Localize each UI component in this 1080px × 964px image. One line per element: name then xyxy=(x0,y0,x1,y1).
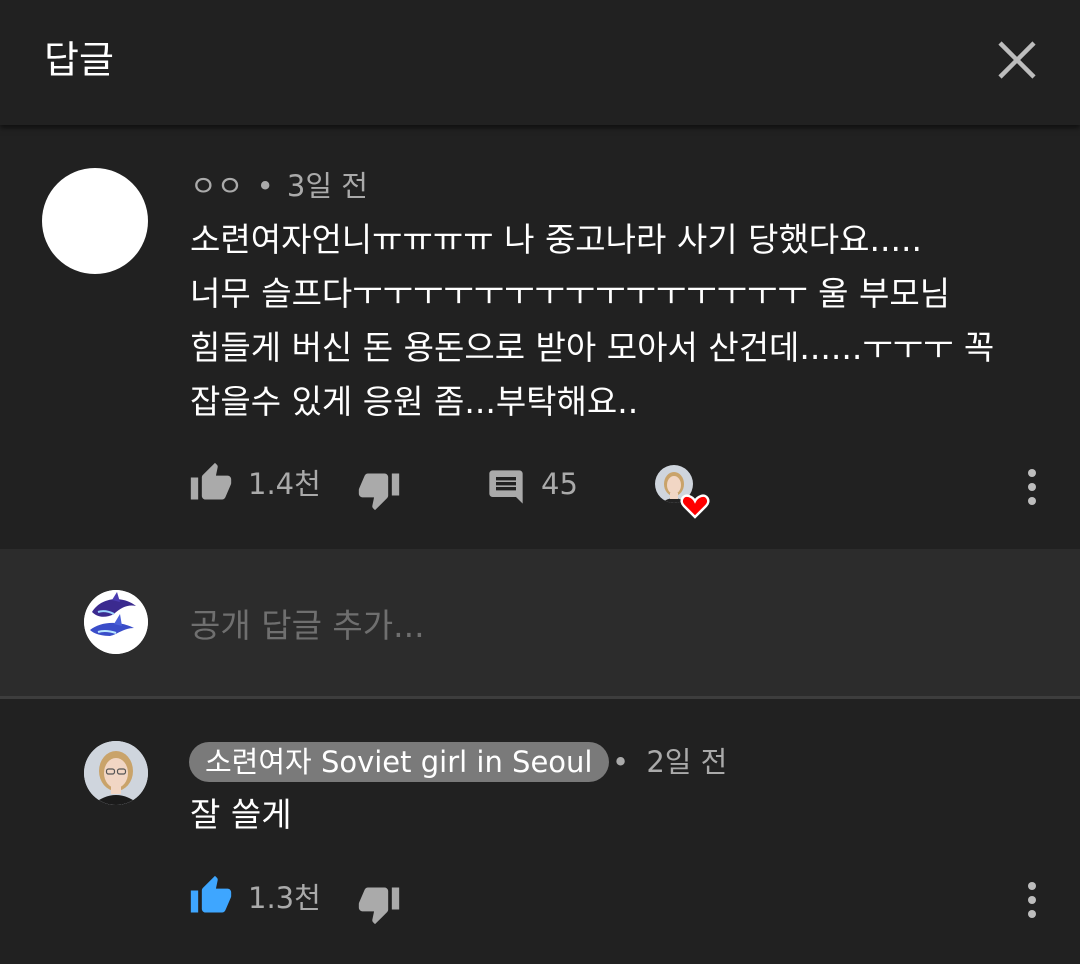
reply-text: 잘 쓸게 xyxy=(190,795,292,834)
thumbs-up-icon xyxy=(190,462,232,500)
reply-more-options-button[interactable] xyxy=(1016,880,1048,920)
comment-text: 소련여자언니ㅠㅠㅠㅠ 나 중고나라 사기 당했다요..... 너무 슬프다ㅜㅜㅜ… xyxy=(190,213,1060,429)
close-icon xyxy=(998,41,1036,79)
comment-line: 소련여자언니ㅠㅠㅠㅠ 나 중고나라 사기 당했다요..... xyxy=(190,220,922,259)
meta-separator: • xyxy=(256,169,274,203)
page-title: 답글 xyxy=(44,38,114,82)
creator-avatar-icon xyxy=(84,741,148,805)
reply-input[interactable]: 공개 답글 추가... xyxy=(190,603,425,649)
original-comment: ㅇㅇ • 3일 전 소련여자언니ㅠㅠㅠㅠ 나 중고나라 사기 당했다요.....… xyxy=(0,125,1080,549)
like-button[interactable] xyxy=(188,461,234,505)
comment-time: 3일 전 xyxy=(286,169,368,203)
comment-line: 너무 슬프다ㅜㅜㅜㅜㅜㅜㅜㅜㅜㅜㅜㅜㅜㅜㅜ 울 부모님 xyxy=(190,274,951,313)
reply-count: 45 xyxy=(541,467,578,501)
close-button[interactable] xyxy=(988,31,1046,89)
comment-line: 잡을수 있게 응원 좀...부탁해요.. xyxy=(190,382,639,421)
more-vert-icon xyxy=(1028,882,1036,918)
orca-avatar-icon xyxy=(84,590,148,654)
reply-count-button[interactable] xyxy=(486,467,526,507)
reply-input-row: 공개 답글 추가... xyxy=(0,549,1080,699)
reply-meta: • 2일 전 xyxy=(612,742,727,782)
reply-like-button[interactable] xyxy=(188,874,234,918)
meta-separator: • xyxy=(612,745,630,779)
comment-meta: ㅇㅇ • 3일 전 xyxy=(190,166,368,206)
thumbs-down-icon xyxy=(358,473,400,511)
creator-reply: 소련여자 Soviet girl in Seoul • 2일 전 잘 쓸게 1.… xyxy=(0,699,1080,964)
reply-like-count: 1.3천 xyxy=(248,881,321,915)
more-vert-icon xyxy=(1028,469,1036,505)
thumbs-up-icon xyxy=(190,875,232,913)
commenter-avatar[interactable] xyxy=(42,168,148,274)
header-bar: 답글 xyxy=(0,0,1080,125)
more-options-button[interactable] xyxy=(1016,467,1048,507)
my-avatar xyxy=(84,590,148,654)
dislike-button[interactable] xyxy=(356,468,402,512)
thumbs-down-icon xyxy=(358,887,400,925)
creator-avatar-heart-icon xyxy=(655,465,710,519)
like-count: 1.4천 xyxy=(248,467,321,501)
reply-dislike-button[interactable] xyxy=(356,882,402,926)
comment-icon xyxy=(489,470,523,504)
comment-line: 힘들게 버신 돈 용돈으로 받아 모아서 산건데......ㅜㅜㅜ 꼭 xyxy=(190,328,995,367)
reply-author-badge[interactable]: 소련여자 Soviet girl in Seoul xyxy=(189,742,609,782)
comment-author[interactable]: ㅇㅇ xyxy=(190,169,243,203)
reply-author-avatar[interactable] xyxy=(84,741,148,805)
reply-time: 2일 전 xyxy=(646,745,728,779)
creator-heart xyxy=(653,465,713,519)
